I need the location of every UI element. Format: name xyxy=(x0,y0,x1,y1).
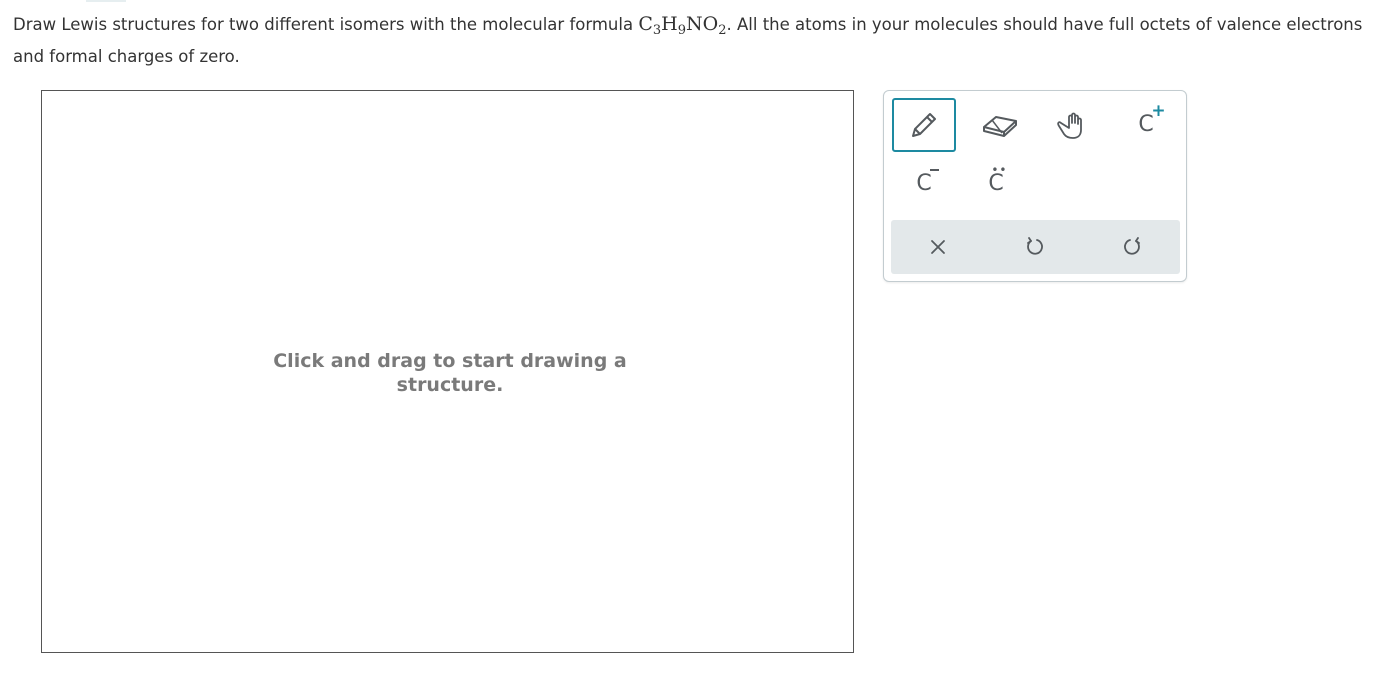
question-prompt: Draw Lewis structures for two different … xyxy=(13,8,1388,73)
formula-hydrogen: H xyxy=(661,13,678,35)
hand-icon xyxy=(1057,112,1082,139)
undo-icon xyxy=(1027,237,1043,255)
move-tool[interactable] xyxy=(1038,98,1102,152)
lone-pair-tool[interactable]: •• C xyxy=(964,157,1028,211)
c-plus-badge: + xyxy=(1151,101,1166,121)
redo-icon xyxy=(1124,237,1140,255)
lone-pair-dots: •• xyxy=(991,163,1008,177)
positive-charge-tool[interactable]: C + xyxy=(1114,98,1178,152)
eraser-icon xyxy=(983,116,1017,137)
minus-sign xyxy=(930,169,940,171)
drawing-toolbar: C + C •• C xyxy=(883,90,1187,282)
eraser-tool[interactable] xyxy=(968,98,1032,152)
formula-oxygen-count: 2 xyxy=(718,23,727,38)
formula-carbon: C xyxy=(638,13,653,35)
formula-nitrogen-oxygen: NO xyxy=(686,13,719,35)
pencil-icon xyxy=(912,113,936,137)
c-minus-label: C xyxy=(916,171,932,196)
pencil-tool[interactable] xyxy=(892,98,956,152)
c-minus-icon: C xyxy=(916,169,940,196)
undo-button[interactable] xyxy=(1005,220,1065,274)
molecular-formula: C3H9NO2 xyxy=(638,13,727,38)
formula-hydrogen-count: 9 xyxy=(677,23,687,38)
c-plus-icon: C + xyxy=(1138,103,1165,136)
canvas-hint: Click and drag to start drawing a struct… xyxy=(42,349,858,397)
action-bar xyxy=(891,220,1180,274)
c-lone-pair-icon: •• C xyxy=(988,164,1006,195)
formula-carbon-count: 3 xyxy=(652,23,662,38)
top-tab-indicator xyxy=(86,0,126,2)
drawing-canvas[interactable]: Click and drag to start drawing a struct… xyxy=(41,90,854,653)
close-icon xyxy=(931,240,945,254)
redo-button[interactable] xyxy=(1102,220,1162,274)
question-text-before: Draw Lewis structures for two different … xyxy=(13,15,639,34)
canvas-hint-line2: structure. xyxy=(396,374,504,396)
canvas-hint-line1: Click and drag to start drawing a xyxy=(273,350,627,372)
negative-charge-tool[interactable]: C xyxy=(892,157,956,211)
clear-button[interactable] xyxy=(908,220,968,274)
